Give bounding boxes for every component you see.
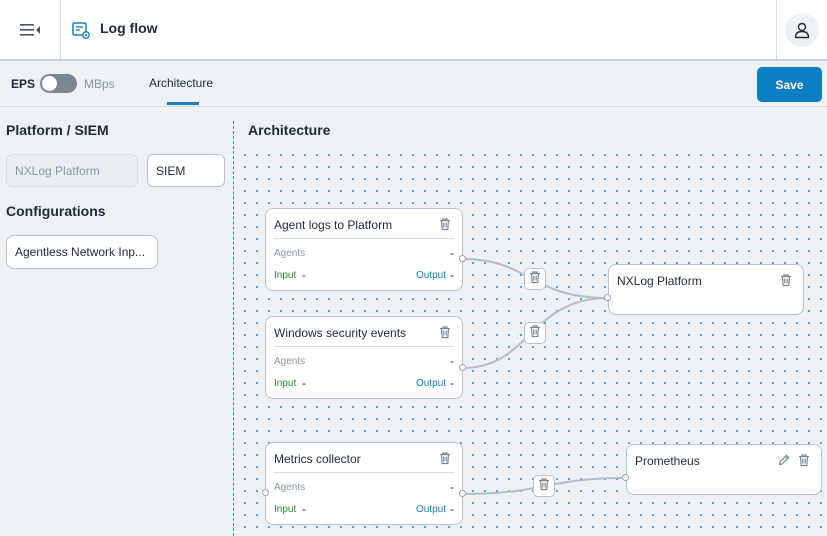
top-bar: Log flow [0,0,827,61]
output-label: Output [415,378,446,389]
destination-name: Prometheus [635,454,700,468]
output-port[interactable] [459,255,466,262]
input-value: - [302,376,306,390]
save-button[interactable]: Save [757,67,822,102]
node-name: Agent logs to Platform [274,218,393,232]
agents-label: Agents [274,482,306,493]
eps-mbps-toggle[interactable] [40,74,77,93]
output-value: - [450,268,454,282]
page-title: Log flow [100,20,158,36]
trash-icon[interactable] [779,273,793,287]
node-separator [274,346,454,347]
output-port[interactable] [459,364,466,371]
agents-label: Agents [274,356,306,367]
input-label: Input [274,270,297,281]
trash-icon [537,477,551,496]
trash-icon[interactable] [438,451,452,465]
log-flow-icon [71,20,91,40]
configuration-item[interactable]: Agentless Network Inp... [6,235,158,269]
flow-node-windows-security[interactable]: Windows security events Agents - Input -… [265,316,463,399]
active-tab-indicator [167,102,199,105]
destination-node-prometheus[interactable]: Prometheus [626,444,822,495]
trash-icon [528,324,542,343]
node-name: Windows security events [274,326,407,340]
output-value: - [450,502,454,516]
destination-name: NXLog Platform [617,274,702,288]
input-value: - [302,502,306,516]
pencil-icon[interactable] [777,453,791,467]
delete-link-button[interactable] [524,322,546,344]
mbps-label: MBps [84,77,115,91]
input-port[interactable] [604,294,611,301]
sub-toolbar: EPS MBps Architecture Save [0,61,827,107]
delete-link-button[interactable] [524,268,546,290]
node-name: Metrics collector [274,452,361,466]
delete-link-button[interactable] [533,475,555,497]
flow-node-agent-logs[interactable]: Agent logs to Platform Agents - Input - … [265,208,463,291]
trash-icon[interactable] [438,217,452,231]
platform-siem-heading: Platform / SIEM [6,122,109,138]
output-label: Output [415,270,446,281]
menu-collapse-icon[interactable] [0,0,61,59]
node-separator [274,238,454,239]
node-separator [274,472,454,473]
agents-value: - [450,480,454,494]
input-value: - [302,268,306,282]
trash-icon [528,270,542,289]
input-label: Input [274,378,297,389]
tab-architecture[interactable]: Architecture [149,76,213,90]
user-icon[interactable] [785,12,819,47]
input-port[interactable] [622,474,629,481]
agents-label: Agents [274,248,306,259]
flow-node-metrics-collector[interactable]: Metrics collector Agents - Input - Outpu… [265,442,463,525]
toggle-knob [42,76,57,91]
output-label: Output [415,504,446,515]
input-label: Input [274,504,297,515]
agents-value: - [450,246,454,260]
output-port[interactable] [459,490,466,497]
platform-field: NXLog Platform [6,154,138,187]
user-menu [776,0,827,59]
architecture-heading: Architecture [248,122,331,138]
destination-node-nxlog-platform[interactable]: NXLog Platform [608,264,804,315]
trash-icon[interactable] [438,325,452,339]
trash-icon[interactable] [797,453,811,467]
configurations-heading: Configurations [6,203,106,219]
siem-field[interactable]: SIEM [147,154,225,187]
eps-label: EPS [11,77,36,91]
input-port[interactable] [262,489,269,496]
output-value: - [450,376,454,390]
agents-value: - [450,354,454,368]
